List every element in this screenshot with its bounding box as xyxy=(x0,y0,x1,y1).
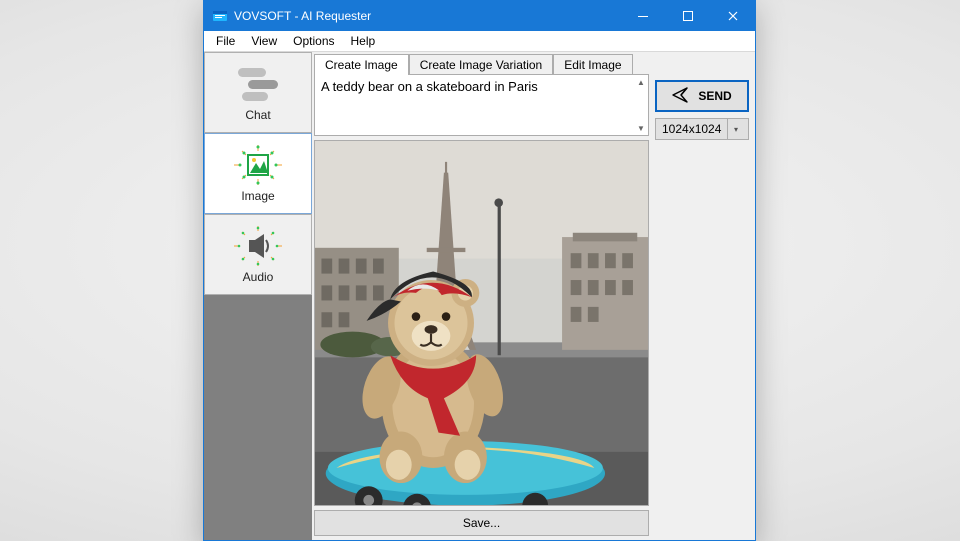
tab-create-image[interactable]: Create Image xyxy=(314,54,409,75)
menu-help[interactable]: Help xyxy=(343,32,384,50)
sidebar-item-label: Audio xyxy=(243,270,274,284)
right-panel: SEND 1024x1024 ▾ xyxy=(651,52,755,540)
sidebar-item-label: Image xyxy=(241,189,274,203)
audio-icon xyxy=(234,226,282,266)
maximize-button[interactable] xyxy=(665,1,710,31)
tabs: Create Image Create Image Variation Edit… xyxy=(312,52,651,74)
scroll-down-icon[interactable]: ▼ xyxy=(634,121,648,135)
menubar: File View Options Help xyxy=(204,31,755,52)
app-window: VOVSOFT - AI Requester File View Options… xyxy=(203,0,756,541)
generated-image xyxy=(314,140,649,506)
size-select-value: 1024x1024 xyxy=(662,122,721,136)
sidebar-item-audio[interactable]: Audio xyxy=(204,214,312,295)
sidebar-item-label: Chat xyxy=(245,108,270,122)
titlebar[interactable]: VOVSOFT - AI Requester xyxy=(204,1,755,31)
send-icon xyxy=(672,87,688,106)
menu-file[interactable]: File xyxy=(208,32,243,50)
sidebar-item-image[interactable]: Image xyxy=(204,133,312,214)
save-button[interactable]: Save... xyxy=(314,510,649,536)
sidebar-item-chat[interactable]: Chat xyxy=(204,52,312,133)
main-area: Create Image Create Image Variation Edit… xyxy=(312,52,755,540)
image-icon xyxy=(234,145,282,185)
menu-options[interactable]: Options xyxy=(285,32,342,50)
send-button-label: SEND xyxy=(698,89,731,103)
sidebar: Chat xyxy=(204,52,312,540)
prompt-scrollbar[interactable]: ▲ ▼ xyxy=(634,75,648,135)
prompt-panel: A teddy bear on a skateboard in Paris ▲ … xyxy=(314,74,649,136)
send-button[interactable]: SEND xyxy=(655,80,749,112)
tab-edit-image[interactable]: Edit Image xyxy=(553,54,632,75)
size-select[interactable]: 1024x1024 ▾ xyxy=(655,118,749,140)
menu-view[interactable]: View xyxy=(243,32,285,50)
chevron-down-icon: ▾ xyxy=(727,119,744,139)
close-button[interactable] xyxy=(710,1,755,31)
prompt-input[interactable]: A teddy bear on a skateboard in Paris xyxy=(317,77,634,133)
minimize-button[interactable] xyxy=(620,1,665,31)
chat-icon xyxy=(234,64,282,104)
scroll-up-icon[interactable]: ▲ xyxy=(634,75,648,89)
tab-create-image-variation[interactable]: Create Image Variation xyxy=(409,54,554,75)
window-title: VOVSOFT - AI Requester xyxy=(234,9,371,23)
app-icon xyxy=(212,8,228,24)
